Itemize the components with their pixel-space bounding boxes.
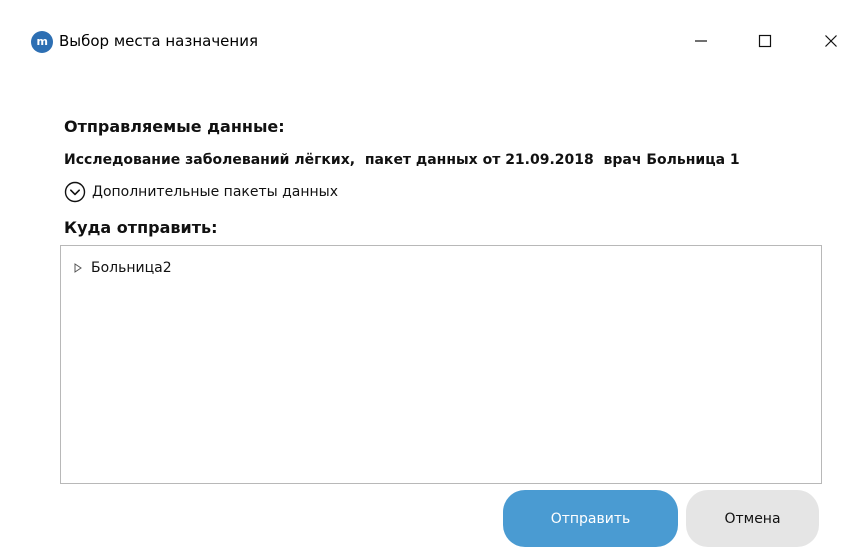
- minimize-icon: [695, 40, 707, 42]
- title-bar: m Выбор места назначения: [0, 0, 855, 80]
- extra-packets-label: Дополнительные пакеты данных: [92, 184, 339, 200]
- minimize-button[interactable]: [678, 22, 724, 60]
- expand-arrow-icon[interactable]: [73, 263, 83, 273]
- maximize-button[interactable]: [742, 22, 788, 60]
- dialog-window: m Выбор места назначения Отправляемые да…: [0, 0, 855, 549]
- close-button[interactable]: [808, 22, 854, 60]
- sent-data-heading: Отправляемые данные:: [64, 117, 285, 136]
- destination-heading: Куда отправить:: [64, 218, 218, 237]
- maximize-icon: [758, 34, 772, 48]
- cancel-button[interactable]: Отмена: [686, 490, 819, 547]
- tree-item-label: Больница2: [91, 260, 172, 276]
- sent-data-description: Исследование заболеваний лёгких, пакет д…: [64, 152, 740, 168]
- send-button[interactable]: Отправить: [503, 490, 678, 547]
- tree-item-hospital2[interactable]: Больница2: [73, 258, 172, 278]
- close-icon: [825, 35, 837, 47]
- destination-tree[interactable]: Больница2: [60, 245, 822, 484]
- app-logo-icon: m: [31, 31, 53, 53]
- extra-packets-expander[interactable]: Дополнительные пакеты данных: [64, 179, 338, 205]
- chevron-down-circle-icon: [64, 181, 86, 203]
- window-title: Выбор места назначения: [59, 32, 258, 50]
